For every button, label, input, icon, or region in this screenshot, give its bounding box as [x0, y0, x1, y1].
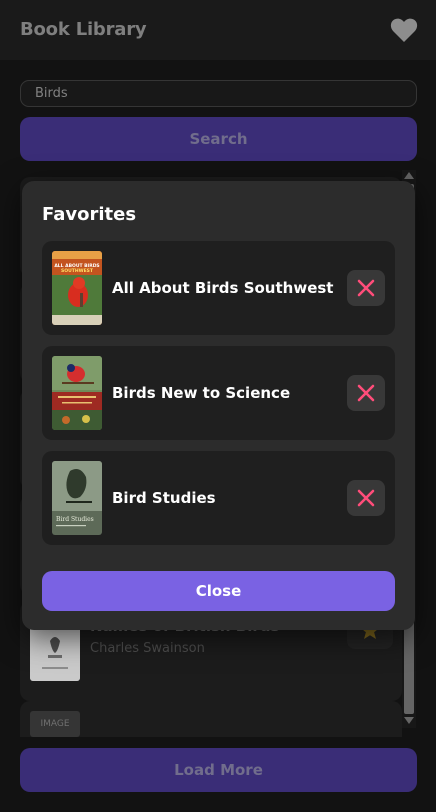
- favorite-item: Birds New to Science: [42, 346, 395, 440]
- remove-favorite-button[interactable]: [347, 375, 385, 411]
- svg-text:Bird Studies: Bird Studies: [56, 516, 94, 523]
- close-icon: [357, 489, 375, 507]
- favorite-title: All About Birds Southwest: [112, 279, 334, 297]
- close-icon: [357, 384, 375, 402]
- book-cover: ALL ABOUT BIRDS SOUTHWEST: [52, 251, 102, 325]
- favorites-modal: Favorites ALL ABOUT BIRDS SOUTHWEST All …: [22, 181, 415, 630]
- favorite-item: ALL ABOUT BIRDS SOUTHWEST All About Bird…: [42, 241, 395, 335]
- svg-text:SOUTHWEST: SOUTHWEST: [61, 268, 94, 274]
- favorite-item: Bird Studies Bird Studies: [42, 451, 395, 545]
- favorite-title: Birds New to Science: [112, 384, 291, 402]
- close-icon: [357, 279, 375, 297]
- favorite-title: Bird Studies: [112, 489, 216, 507]
- book-cover: Bird Studies: [52, 461, 102, 535]
- remove-favorite-button[interactable]: [347, 270, 385, 306]
- remove-favorite-button[interactable]: [347, 480, 385, 516]
- close-modal-button[interactable]: Close: [42, 571, 395, 611]
- modal-title: Favorites: [42, 204, 137, 225]
- book-cover: [52, 356, 102, 430]
